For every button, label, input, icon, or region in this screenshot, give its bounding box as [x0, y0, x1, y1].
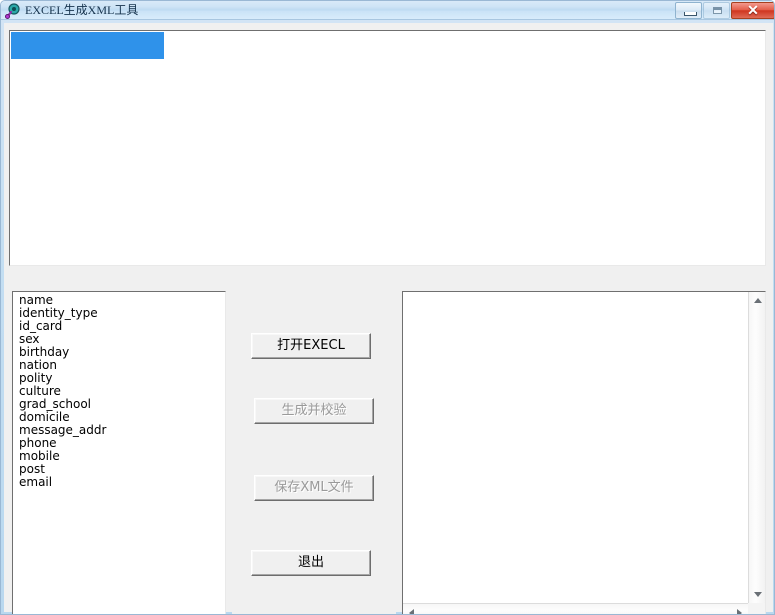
list-item[interactable]: id_card: [13, 320, 225, 333]
minimize-icon: [684, 12, 697, 16]
field-list[interactable]: name identity_type id_card sex birthday …: [12, 291, 226, 614]
generate-verify-button[interactable]: 生成并校验: [254, 398, 374, 424]
sheet-selected-item-label: [11, 32, 164, 37]
title-bar[interactable]: EXCEL生成XML工具 ✕: [1, 1, 774, 20]
output-horizontal-scrollbar[interactable]: [403, 603, 748, 614]
close-button[interactable]: ✕: [731, 2, 774, 19]
maximize-button[interactable]: [703, 2, 730, 19]
triangle-up-icon: [753, 298, 762, 303]
sheet-selected-item[interactable]: [11, 32, 164, 59]
output-text-panel[interactable]: [402, 291, 766, 614]
triangle-left-icon: [409, 608, 414, 614]
window-title: EXCEL生成XML工具: [25, 3, 139, 17]
triangle-right-icon: [737, 608, 742, 614]
app-icon: [5, 3, 21, 19]
exit-button[interactable]: 退出: [251, 550, 371, 576]
close-icon: ✕: [747, 2, 759, 18]
triangle-down-icon: [753, 592, 762, 597]
scrollbar-corner: [748, 603, 765, 614]
application-window: EXCEL生成XML工具 ✕ name identity_type id_car…: [0, 0, 775, 615]
scroll-right-button[interactable]: [731, 604, 748, 614]
window-controls: ✕: [674, 2, 774, 20]
maximize-icon: [713, 7, 722, 14]
minimize-button[interactable]: [675, 2, 702, 19]
scroll-up-button[interactable]: [749, 292, 765, 309]
client-area: name identity_type id_card sex birthday …: [4, 23, 773, 614]
list-item[interactable]: email: [13, 476, 225, 489]
action-button-column: 打开EXECL 生成并校验 保存XML文件 退出: [232, 289, 396, 614]
save-xml-button[interactable]: 保存XML文件: [254, 475, 374, 501]
output-vertical-scrollbar[interactable]: [748, 292, 765, 603]
excel-preview-panel[interactable]: [9, 30, 766, 266]
scroll-left-button[interactable]: [403, 604, 420, 614]
open-excel-button[interactable]: 打开EXECL: [251, 333, 371, 359]
output-text-content[interactable]: [404, 293, 748, 603]
scroll-down-button[interactable]: [749, 586, 765, 603]
